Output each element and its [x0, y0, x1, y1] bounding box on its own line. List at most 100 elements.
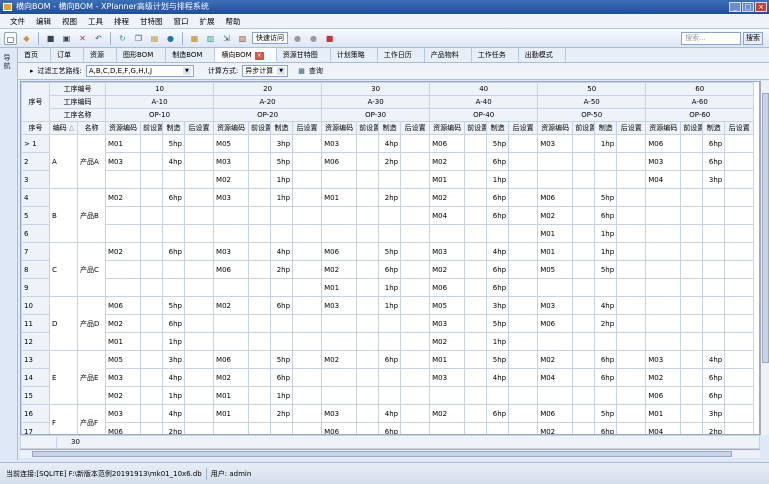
pre-setup-cell[interactable] — [680, 386, 704, 405]
manufacture-cell[interactable]: 6hp — [702, 152, 726, 171]
resource-code-cell[interactable]: M01 — [645, 404, 682, 423]
resource-code-cell[interactable]: M02 — [105, 386, 141, 405]
pre-setup-cell[interactable] — [356, 404, 380, 423]
post-setup-cell[interactable] — [400, 278, 431, 297]
manufacture-cell[interactable]: 4hp — [378, 134, 402, 153]
pre-setup-cell[interactable] — [572, 422, 596, 434]
resource-code-cell[interactable]: M01 — [537, 242, 574, 261]
resource-code-cell[interactable]: M06 — [645, 134, 682, 153]
manufacture-cell[interactable] — [162, 260, 185, 279]
resource-code-cell[interactable]: M02 — [321, 350, 358, 369]
resource-code-cell[interactable]: M06 — [105, 422, 141, 434]
manufacture-cell[interactable]: 3hp — [162, 350, 185, 369]
post-setup-cell[interactable] — [616, 278, 647, 297]
pre-setup-cell[interactable] — [572, 296, 596, 315]
manufacture-cell[interactable]: 1hp — [378, 278, 402, 297]
resource-code-cell[interactable]: M02 — [429, 404, 466, 423]
chart-icon[interactable]: ▥ — [204, 32, 217, 45]
post-setup-cell[interactable] — [292, 188, 323, 207]
record-icon[interactable]: ● — [291, 32, 304, 45]
table-row[interactable]: 8 M06 2hp M02 6hp M02 6hp M05 5hp — [21, 260, 755, 279]
post-setup-cell[interactable] — [508, 350, 539, 369]
tab-item[interactable]: 制造BOM — [166, 48, 216, 62]
sub-column-header[interactable]: 前设置 — [464, 121, 488, 135]
pre-setup-cell[interactable] — [464, 260, 488, 279]
manufacture-cell[interactable]: 1hp — [594, 134, 618, 153]
bom-grid[interactable]: 序号 工序编号 10 20 30 40 50 60 工序编码 A-10 A-20 A-30 A-40 A-… — [20, 81, 760, 435]
pre-setup-cell[interactable] — [680, 314, 704, 333]
manufacture-cell[interactable]: 5hp — [378, 242, 402, 261]
post-setup-cell[interactable] — [616, 368, 647, 387]
post-setup-cell[interactable] — [400, 422, 431, 434]
resource-code-cell[interactable]: M01 — [213, 404, 250, 423]
post-setup-cell[interactable] — [183, 368, 215, 387]
post-setup-cell[interactable] — [724, 260, 755, 279]
post-setup-cell[interactable] — [508, 386, 539, 405]
pre-setup-cell[interactable] — [248, 296, 272, 315]
resource-code-cell[interactable]: M03 — [321, 134, 358, 153]
resource-code-cell[interactable] — [105, 224, 141, 243]
menu-item[interactable]: 工具 — [88, 16, 103, 27]
pre-setup-cell[interactable] — [680, 368, 704, 387]
post-setup-cell[interactable] — [616, 224, 647, 243]
exit-icon[interactable]: ■ — [323, 32, 336, 45]
pre-setup-cell[interactable] — [464, 278, 488, 297]
post-setup-cell[interactable] — [616, 296, 647, 315]
manufacture-cell[interactable] — [702, 314, 726, 333]
search-button[interactable]: 搜索 — [743, 32, 763, 45]
post-setup-cell[interactable] — [616, 170, 647, 189]
sub-column-header[interactable]: 制造 — [378, 121, 402, 135]
post-setup-cell[interactable] — [508, 314, 539, 333]
manufacture-cell[interactable] — [378, 386, 402, 405]
sub-column-header[interactable]: 制造 — [162, 121, 185, 135]
resource-code-cell[interactable]: M02 — [645, 368, 682, 387]
manufacture-cell[interactable]: 4hp — [162, 368, 185, 387]
sub-column-header[interactable]: 后设置 — [724, 121, 755, 135]
resource-code-cell[interactable]: M01 — [105, 134, 141, 153]
window-icon[interactable]: ❐ — [132, 32, 145, 45]
resource-code-cell[interactable]: M06 — [321, 422, 358, 434]
post-setup-cell[interactable] — [724, 134, 755, 153]
sub-column-header[interactable]: 制造 — [270, 121, 294, 135]
undo-icon[interactable]: ↶ — [92, 32, 105, 45]
pre-setup-cell[interactable] — [248, 170, 272, 189]
pre-setup-cell[interactable] — [356, 242, 380, 261]
resource-code-cell[interactable]: M02 — [105, 188, 141, 207]
vertical-scrollbar[interactable] — [760, 81, 769, 435]
resource-code-cell[interactable]: M02 — [321, 260, 358, 279]
resource-code-cell[interactable]: M06 — [321, 152, 358, 171]
pre-setup-cell[interactable] — [140, 242, 163, 261]
pre-setup-cell[interactable] — [140, 368, 163, 387]
table-row[interactable]: 9 M01 1hp M06 6hp — [21, 278, 755, 297]
resource-code-cell[interactable]: M02 — [213, 368, 250, 387]
pre-setup-cell[interactable] — [572, 332, 596, 351]
pre-setup-cell[interactable] — [572, 404, 596, 423]
post-setup-cell[interactable] — [724, 242, 755, 261]
post-setup-cell[interactable] — [400, 134, 431, 153]
resource-code-cell[interactable] — [321, 206, 358, 225]
manufacture-cell[interactable]: 2hp — [162, 422, 185, 434]
pre-setup-cell[interactable] — [680, 422, 704, 434]
resource-code-cell[interactable]: M02 — [429, 188, 466, 207]
table-row[interactable]: 3 M02 1hp M01 1hp M04 3hp — [21, 170, 755, 189]
resource-code-cell[interactable]: M02 — [429, 152, 466, 171]
sub-column-header[interactable]: 资源编码 — [429, 121, 466, 135]
gantt-icon[interactable]: ▤ — [148, 32, 161, 45]
tab-item[interactable]: 资源 — [84, 48, 117, 62]
resource-code-cell[interactable] — [321, 368, 358, 387]
pre-setup-cell[interactable] — [464, 296, 488, 315]
post-setup-cell[interactable] — [292, 170, 323, 189]
manufacture-cell[interactable]: 4hp — [702, 350, 726, 369]
pre-setup-cell[interactable] — [248, 422, 272, 434]
manufacture-cell[interactable]: 2hp — [270, 404, 294, 423]
resource-code-cell[interactable]: M03 — [105, 368, 141, 387]
post-setup-cell[interactable] — [183, 134, 215, 153]
manufacture-cell[interactable] — [486, 386, 510, 405]
manufacture-cell[interactable]: 1hp — [162, 386, 185, 405]
resource-code-cell[interactable] — [213, 224, 250, 243]
sub-column-header[interactable]: 制造 — [702, 121, 726, 135]
post-setup-cell[interactable] — [183, 224, 215, 243]
manufacture-cell[interactable] — [486, 422, 510, 434]
post-setup-cell[interactable] — [292, 332, 323, 351]
resource-code-cell[interactable]: M03 — [213, 242, 250, 261]
